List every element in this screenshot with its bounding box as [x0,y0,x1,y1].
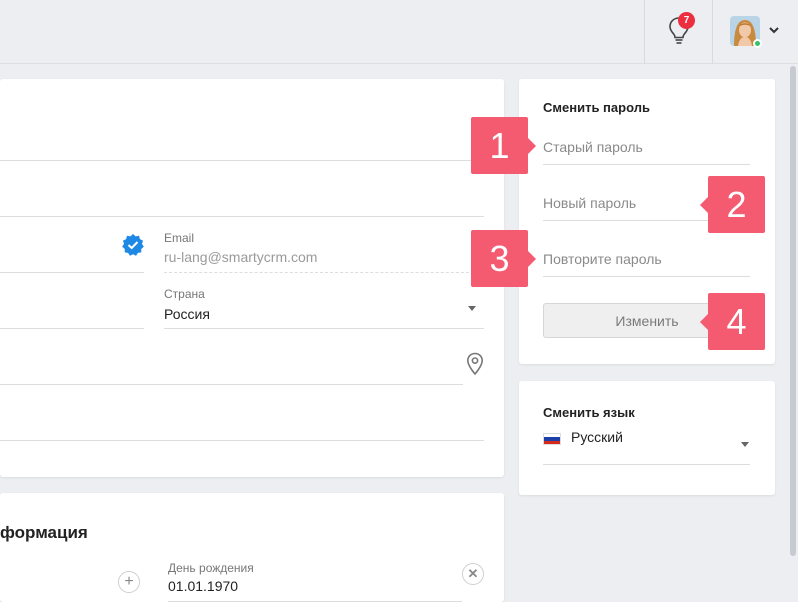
old-password-input[interactable]: Старый пароль [543,139,750,163]
change-password-title: Сменить пароль [543,100,650,115]
annotation-marker-2: 2 [700,176,765,233]
caret-down-icon [741,442,749,447]
old-password-underline [543,164,750,165]
birthday-label: День рождения [168,561,254,575]
scrollbar-thumb[interactable] [790,66,796,556]
close-icon: ✕ [467,566,479,581]
annotation-marker-1: 1 [471,117,536,174]
country-select[interactable]: Россия [164,306,484,328]
repeat-password-underline [543,276,750,277]
chevron-down-icon [769,27,779,34]
field-underline [0,440,484,441]
email-value: ru-lang@smartycrm.com [164,249,318,265]
russia-flag-icon [543,433,561,445]
plus-icon: + [124,573,134,590]
page-scrollbar[interactable] [788,64,798,602]
topbar-divider [644,0,645,64]
online-status-dot [753,39,762,48]
email-label: Email [164,231,195,245]
field-underline [0,272,144,273]
profile-card: Email ru-lang@smartycrm.com Страна Росси… [0,79,504,477]
birthday-field[interactable]: 01.01.1970 [168,578,238,594]
language-underline [543,464,750,465]
language-select[interactable]: Русский [571,429,750,453]
clear-birthday-button[interactable]: ✕ [462,563,484,585]
annotation-marker-3: 3 [471,230,536,287]
field-underline [0,160,484,161]
country-label: Страна [164,287,205,301]
country-underline [164,328,484,329]
email-underline [164,272,484,273]
field-underline [0,216,484,217]
notification-badge: 7 [678,12,695,29]
top-bar: 7 [0,0,798,64]
ideas-button[interactable]: 7 [664,12,695,48]
field-underline [0,328,144,329]
verified-icon [122,234,144,256]
address-underline [0,384,463,385]
repeat-password-input[interactable]: Повторите пароль [543,251,750,275]
add-button[interactable]: + [118,571,140,593]
annotation-marker-4: 4 [700,293,765,350]
additional-info-card: формация + День рождения 01.01.1970 ✕ [0,493,504,602]
location-pin-icon[interactable] [466,352,484,376]
section-title: формация [0,523,88,542]
change-language-title: Сменить язык [543,405,635,420]
user-menu[interactable] [728,14,784,48]
caret-down-icon [468,306,476,311]
topbar-divider [712,0,713,64]
